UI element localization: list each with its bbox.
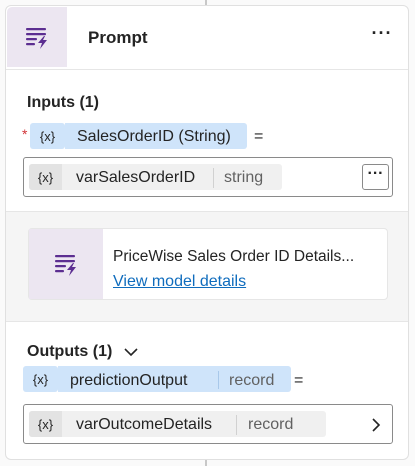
model-card[interactable]: PriceWise Sales Order ID Details... View… (28, 228, 388, 300)
chevron-right-icon[interactable] (369, 416, 383, 434)
variable-icon: {x} (29, 411, 62, 437)
input-more-button[interactable]: ··· (362, 164, 389, 190)
pill-divider (218, 371, 219, 389)
output-parameter-name: predictionOutput (70, 372, 188, 389)
more-options-button[interactable]: ··· (368, 24, 396, 48)
variable-icon: {x} (23, 366, 58, 392)
prompt-icon (7, 7, 67, 67)
input-variable-type: string (224, 169, 264, 186)
output-variable-type: record (248, 416, 294, 433)
variable-icon: {x} (29, 164, 62, 190)
input-equals-sign: = (254, 128, 264, 145)
prompt-icon (29, 229, 103, 299)
required-indicator: * (22, 126, 28, 142)
model-bottom-divider (6, 321, 408, 322)
output-parameter-type: record (229, 372, 275, 389)
header-divider (6, 69, 408, 70)
node-header: Prompt ··· (6, 6, 408, 70)
input-value-field[interactable]: {x} varSalesOrderID string ··· (23, 157, 393, 197)
output-value-field[interactable]: {x} varOutcomeDetails record (23, 404, 393, 444)
model-top-divider (6, 211, 408, 212)
prompt-node-card[interactable]: Prompt ··· Inputs (1) * {x} SalesOrderID… (5, 5, 409, 460)
input-parameter-label: SalesOrderID (String) (77, 128, 231, 145)
outputs-heading[interactable]: Outputs (1) (27, 343, 112, 361)
view-model-details-link[interactable]: View model details (113, 273, 246, 291)
chevron-down-icon[interactable] (122, 344, 140, 360)
output-variable-name: varOutcomeDetails (76, 416, 213, 433)
input-variable-name: varSalesOrderID (76, 169, 196, 186)
model-name: PriceWise Sales Order ID Details... (113, 248, 355, 265)
variable-icon: {x} (30, 123, 65, 149)
inputs-heading: Inputs (1) (27, 94, 99, 111)
node-title: Prompt (88, 28, 148, 47)
flow-connector-bottom (205, 459, 207, 466)
pill-divider (236, 415, 237, 435)
output-equals-sign: = (294, 372, 304, 389)
pill-divider (213, 168, 214, 188)
